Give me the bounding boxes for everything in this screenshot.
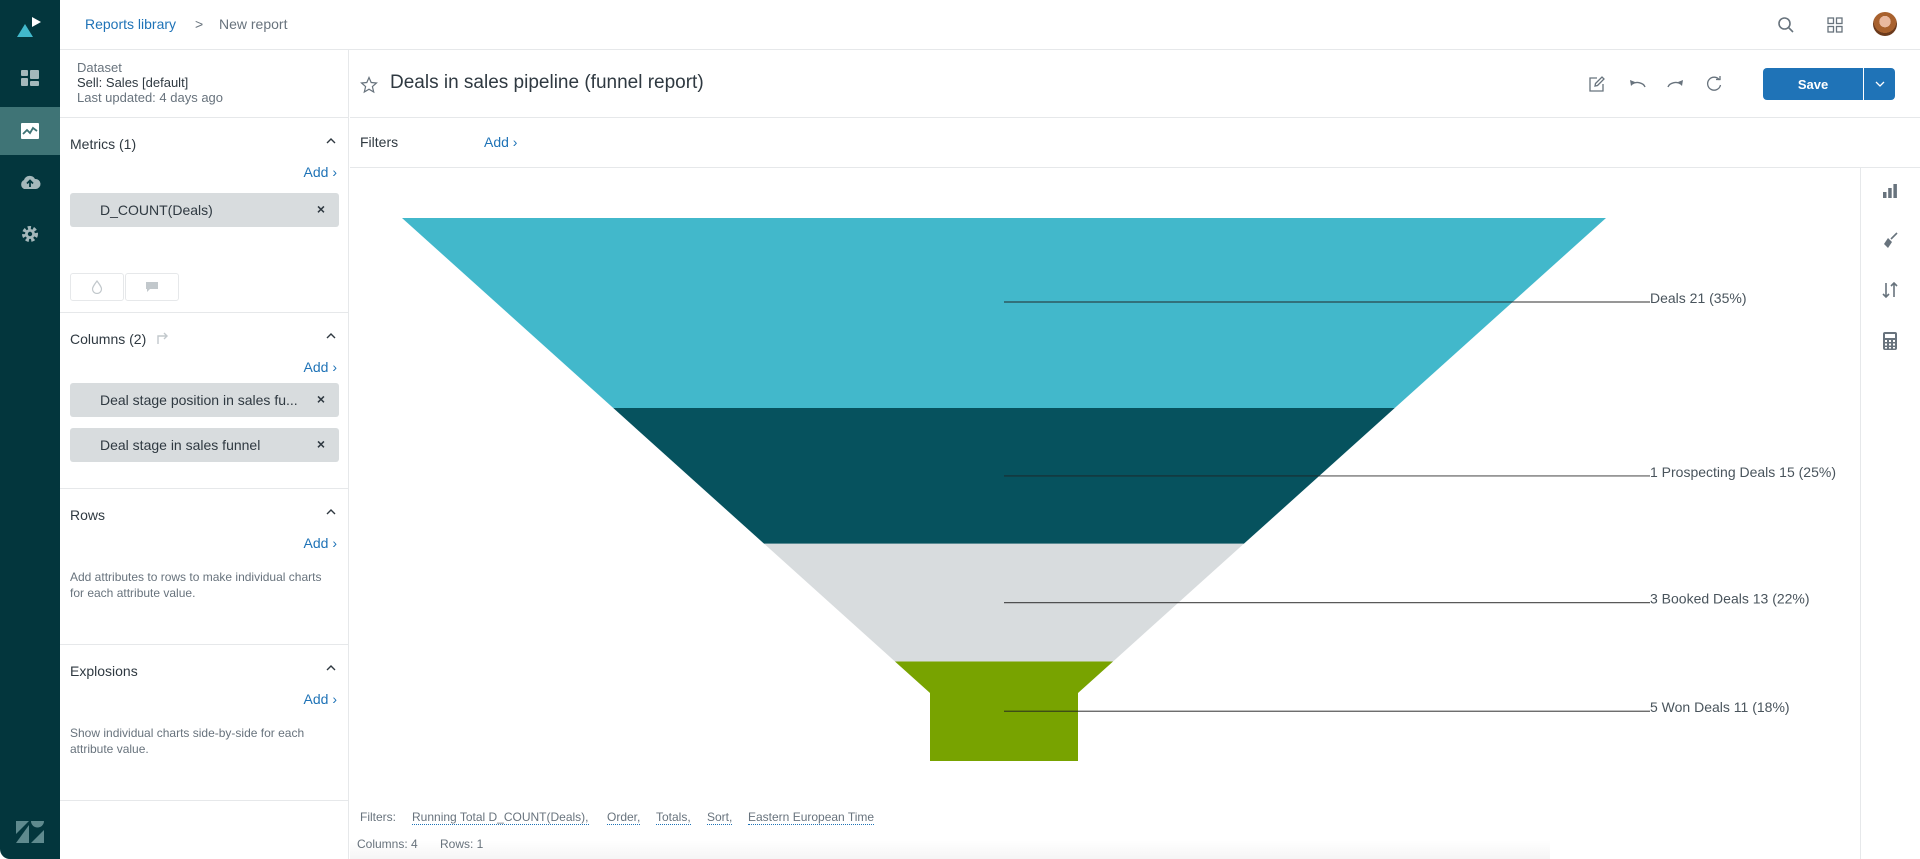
rows-section-title: Rows — [70, 507, 106, 523]
metric-chip-label: D_COUNT(Deals) — [100, 202, 213, 218]
footer-filter-sort[interactable]: Sort, — [707, 810, 733, 825]
collapse-columns-chevron-up-icon[interactable] — [324, 331, 338, 341]
droplet-icon — [91, 280, 103, 294]
metric-comment-button[interactable] — [125, 273, 179, 301]
add-filter-link[interactable]: Add › — [484, 134, 517, 150]
explosions-section-title: Explosions — [70, 663, 138, 679]
rows-description: Add attributes to rows to make individua… — [70, 570, 322, 600]
column-chip-label: Deal stage in sales funnel — [100, 437, 261, 453]
top-bar: Reports library > New report — [60, 0, 1920, 50]
report-title[interactable]: Deals in sales pipeline (funnel report) — [390, 72, 704, 94]
sort-arrows-icon[interactable] — [1878, 278, 1902, 302]
settings-gear-icon[interactable] — [0, 210, 60, 258]
column-chip[interactable]: Deal stage in sales funnel × — [70, 428, 339, 462]
dataset-last-updated: Last updated: 4 days ago — [77, 90, 224, 105]
save-options-dropdown[interactable] — [1864, 68, 1895, 100]
dataset-label: Dataset — [77, 60, 122, 75]
nav-rail — [0, 0, 60, 859]
metric-chip[interactable]: D_COUNT(Deals) × — [70, 193, 339, 227]
dataset-info[interactable]: Dataset Sell: Sales [default] Last updat… — [77, 60, 223, 105]
column-chip-label: Deal stage position in sales fu... — [100, 392, 298, 408]
zendesk-logo-icon[interactable] — [0, 808, 60, 856]
footer-filter-timezone[interactable]: Eastern European Time — [748, 810, 875, 825]
explosions-description: Show individual charts side-by-side for … — [70, 726, 305, 756]
user-avatar[interactable] — [1873, 12, 1897, 36]
chart-type-bar-chart-icon[interactable] — [1878, 179, 1902, 203]
metric-color-button[interactable] — [70, 273, 124, 301]
collapse-rows-chevron-up-icon[interactable] — [324, 507, 338, 517]
funnel-chart: Deals 21 (35%) 1 Prospecting Deals 15 (25… — [402, 218, 1836, 761]
divider — [60, 800, 349, 801]
funnel-label-3: 3 Booked Deals 13 (22%) — [1650, 591, 1810, 607]
divider — [60, 644, 349, 645]
divider — [1860, 168, 1861, 859]
column-chip[interactable]: Deal stage position in sales fu... × — [70, 383, 339, 417]
footer-shadow — [350, 840, 1550, 859]
divider — [60, 488, 349, 489]
collapse-metrics-chevron-up-icon[interactable] — [324, 136, 338, 146]
explore-logo-icon[interactable] — [0, 4, 60, 52]
divider — [60, 312, 349, 313]
footer-filter-totals[interactable]: Totals, — [656, 810, 691, 825]
add-metric-link[interactable]: Add › — [304, 164, 337, 180]
favorite-star-icon[interactable] — [360, 76, 378, 94]
dashboards-icon[interactable] — [0, 54, 60, 102]
footer-filter-running-total[interactable]: Running Total D_COUNT(Deals), — [412, 810, 589, 825]
breadcrumb-current: New report — [219, 16, 288, 32]
chevron-down-icon — [1875, 81, 1884, 87]
divider — [60, 117, 349, 118]
swap-columns-rows-icon[interactable] — [155, 331, 171, 345]
funnel-label-2: 1 Prospecting Deals 15 (25%) — [1650, 464, 1836, 480]
calculations-calculator-icon[interactable] — [1878, 329, 1902, 353]
refresh-icon[interactable] — [1702, 72, 1726, 96]
add-row-link[interactable]: Add › — [304, 535, 337, 551]
upload-cloud-icon[interactable] — [0, 158, 60, 206]
footer-filter-order[interactable]: Order, — [607, 810, 641, 825]
undo-icon[interactable] — [1626, 72, 1650, 96]
metrics-section-title: Metrics (1) — [70, 136, 137, 152]
funnel-label-4: 5 Won Deals 11 (18%) — [1650, 699, 1790, 715]
speech-bubble-icon — [146, 282, 158, 292]
collapse-explosions-chevron-up-icon[interactable] — [324, 663, 338, 673]
funnel-label-1: Deals 21 (35%) — [1650, 290, 1747, 306]
dataset-name: Sell: Sales [default] — [77, 75, 189, 90]
product-tray-grid-icon[interactable] — [1823, 13, 1847, 37]
funnel-segment-1[interactable] — [402, 218, 1606, 409]
remove-column-close-icon[interactable]: × — [317, 436, 325, 452]
remove-column-close-icon[interactable]: × — [317, 391, 325, 407]
edit-pencil-icon[interactable] — [1585, 72, 1609, 96]
add-explosion-link[interactable]: Add › — [304, 691, 337, 707]
columns-section-title: Columns (2) — [70, 331, 147, 347]
divider — [350, 117, 1920, 118]
report-builder-panel: Dataset Sell: Sales [default] Last updat… — [60, 50, 349, 859]
reports-icon[interactable] — [0, 107, 60, 155]
save-button[interactable]: Save — [1763, 68, 1863, 100]
add-column-link[interactable]: Add › — [304, 359, 337, 375]
footer-filters-label: Filters: — [360, 810, 396, 824]
remove-metric-close-icon[interactable]: × — [317, 201, 325, 217]
filters-label: Filters — [360, 134, 399, 150]
breadcrumb-separator: > — [195, 16, 204, 32]
redo-icon[interactable] — [1663, 72, 1687, 96]
search-icon[interactable] — [1774, 13, 1798, 37]
chart-style-paintbrush-icon[interactable] — [1878, 228, 1902, 252]
breadcrumb-reports-library[interactable]: Reports library — [85, 16, 176, 32]
